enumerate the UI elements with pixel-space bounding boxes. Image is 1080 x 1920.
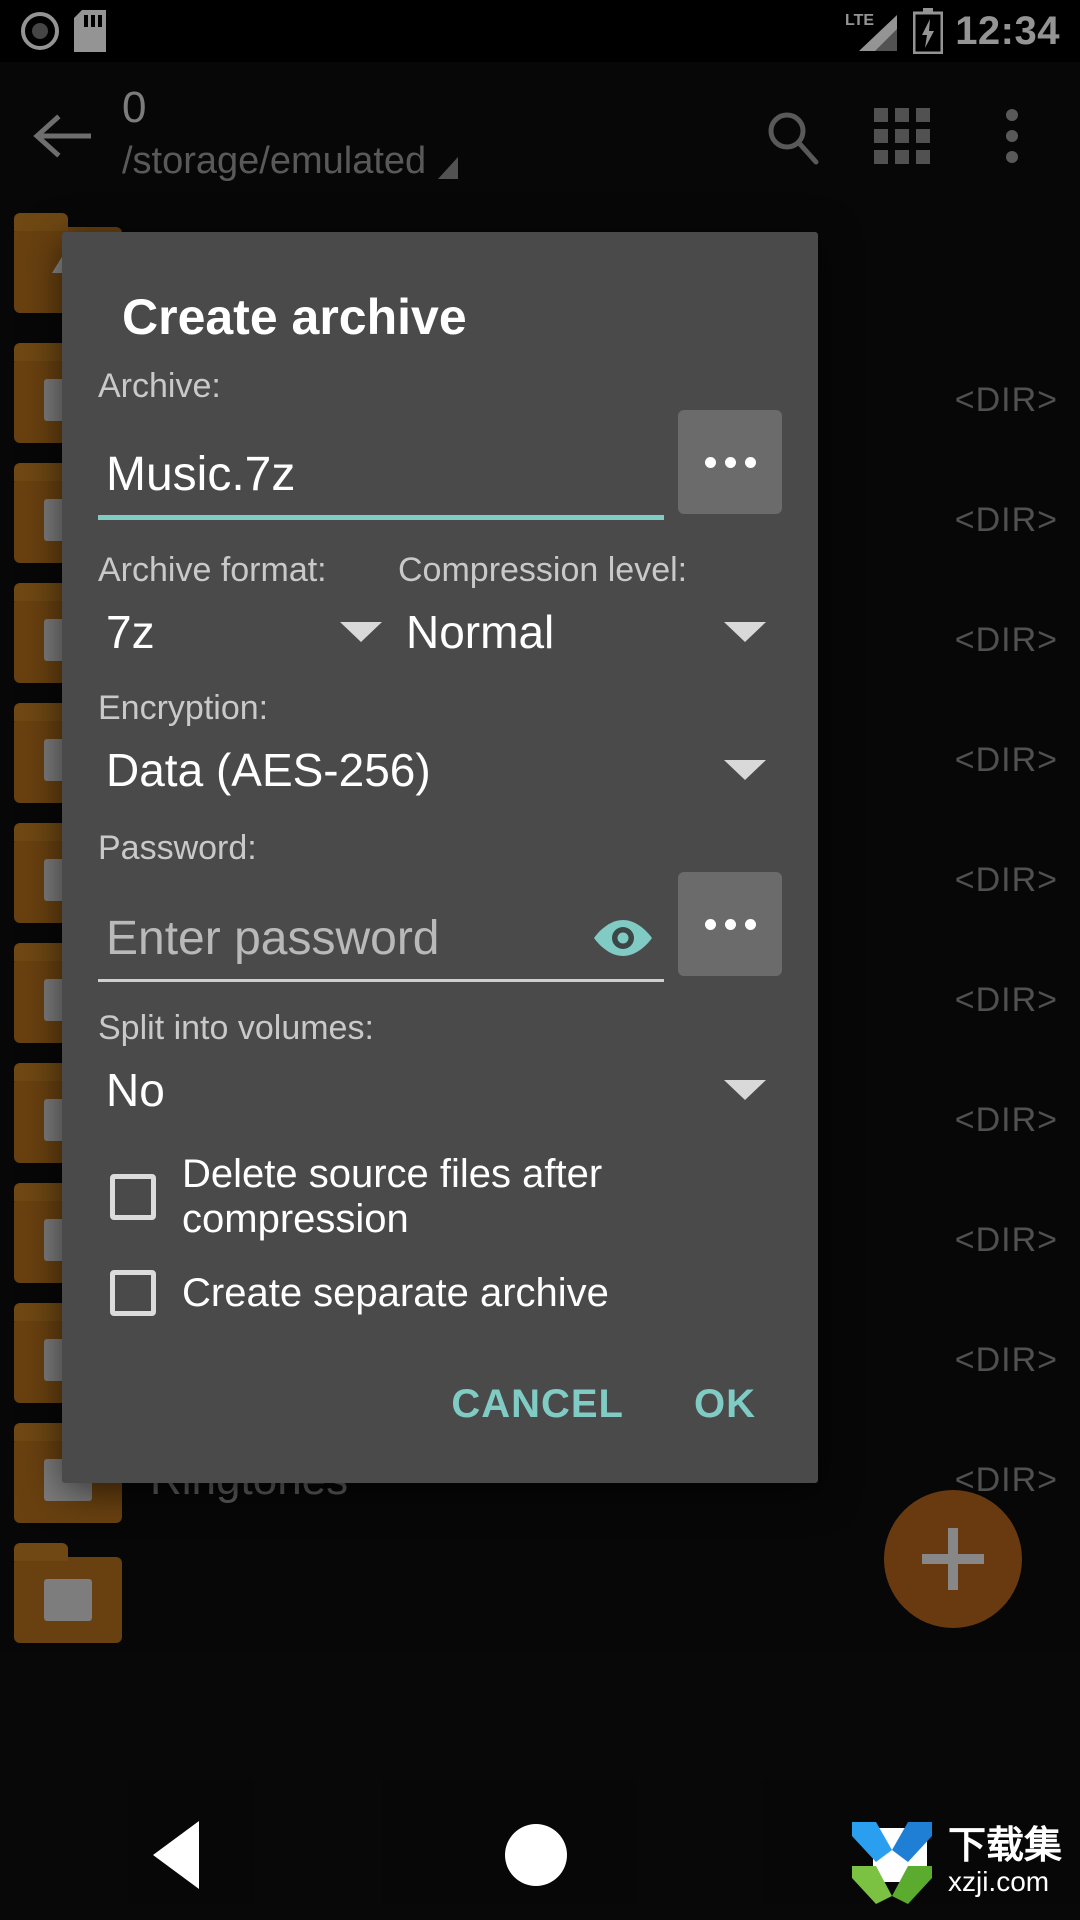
archive-field-row: Music.7z <box>98 410 782 520</box>
password-input[interactable]: Enter password <box>98 897 664 982</box>
nav-back-icon[interactable] <box>153 1821 199 1889</box>
archive-input-underline <box>98 515 664 520</box>
dot <box>704 456 716 468</box>
dot <box>724 918 736 930</box>
archive-label: Archive: <box>98 367 221 405</box>
split-volumes-value: No <box>106 1064 165 1116</box>
create-archive-dialog: Create archive Archive: Music.7z Archive… <box>62 232 818 1483</box>
watermark-line2: xzji.com <box>947 1866 1050 1898</box>
delete-source-files-checkbox-row[interactable]: Delete source files after compression <box>98 1138 782 1256</box>
phone-screen: LTE 12:34 0 /storage/emulated <DIR> <DIR… <box>0 0 1080 1920</box>
compression-level-value: Normal <box>406 606 555 658</box>
delete-source-files-checkbox[interactable] <box>110 1174 156 1220</box>
password-input-underline <box>98 979 664 982</box>
encryption-value: Data (AES-256) <box>106 744 431 796</box>
nav-home-icon[interactable] <box>505 1824 567 1886</box>
dialog-actions: CANCEL OK <box>62 1330 818 1471</box>
watermark-line1: 下载集 <box>947 1825 1062 1868</box>
compression-level-select[interactable]: Normal <box>398 594 782 670</box>
compression-level-label: Compression level: <box>398 551 688 589</box>
create-separate-archive-label: Create separate archive <box>182 1270 609 1315</box>
archive-format-select[interactable]: 7z <box>98 594 398 670</box>
split-volumes-row: Split into volumes: No <box>98 1004 782 1128</box>
dot <box>744 456 756 468</box>
create-separate-archive-checkbox[interactable] <box>110 1270 156 1316</box>
password-placeholder: Enter password <box>106 912 440 965</box>
dialog-title: Create archive <box>122 289 467 345</box>
password-section: Password: Enter password <box>98 824 782 982</box>
archive-name-input[interactable]: Music.7z <box>98 433 664 520</box>
create-separate-archive-checkbox-row[interactable]: Create separate archive <box>98 1256 782 1330</box>
format-compression-row: Archive format: 7z Compression level: No… <box>98 546 782 670</box>
chevron-down-icon <box>340 622 382 642</box>
encryption-label: Encryption: <box>98 689 269 727</box>
watermark-logo-icon <box>851 1822 932 1904</box>
ok-button[interactable]: OK <box>666 1366 784 1443</box>
password-field-row: Enter password <box>98 872 782 982</box>
dot <box>744 918 756 930</box>
eye-icon[interactable] <box>590 916 656 960</box>
split-volumes-label: Split into volumes: <box>98 1009 374 1047</box>
chevron-down-icon <box>724 622 766 642</box>
cancel-button[interactable]: CANCEL <box>423 1366 652 1443</box>
encryption-row: Encryption: Data (AES-256) <box>98 684 782 808</box>
encryption-select[interactable]: Data (AES-256) <box>98 732 782 808</box>
archive-browse-button[interactable] <box>678 410 782 514</box>
chevron-down-icon <box>724 760 766 780</box>
dot <box>724 456 736 468</box>
chevron-down-icon <box>724 1080 766 1100</box>
delete-source-files-label: Delete source files after compression <box>182 1152 603 1241</box>
archive-name-value: Music.7z <box>106 448 296 501</box>
dot <box>704 918 716 930</box>
split-volumes-select[interactable]: No <box>98 1052 782 1128</box>
watermark: 下载集 xzji.com <box>846 1816 1062 1908</box>
password-generate-button[interactable] <box>678 872 782 976</box>
password-label: Password: <box>98 829 257 867</box>
archive-format-label: Archive format: <box>98 551 327 589</box>
archive-format-value: 7z <box>106 606 155 658</box>
